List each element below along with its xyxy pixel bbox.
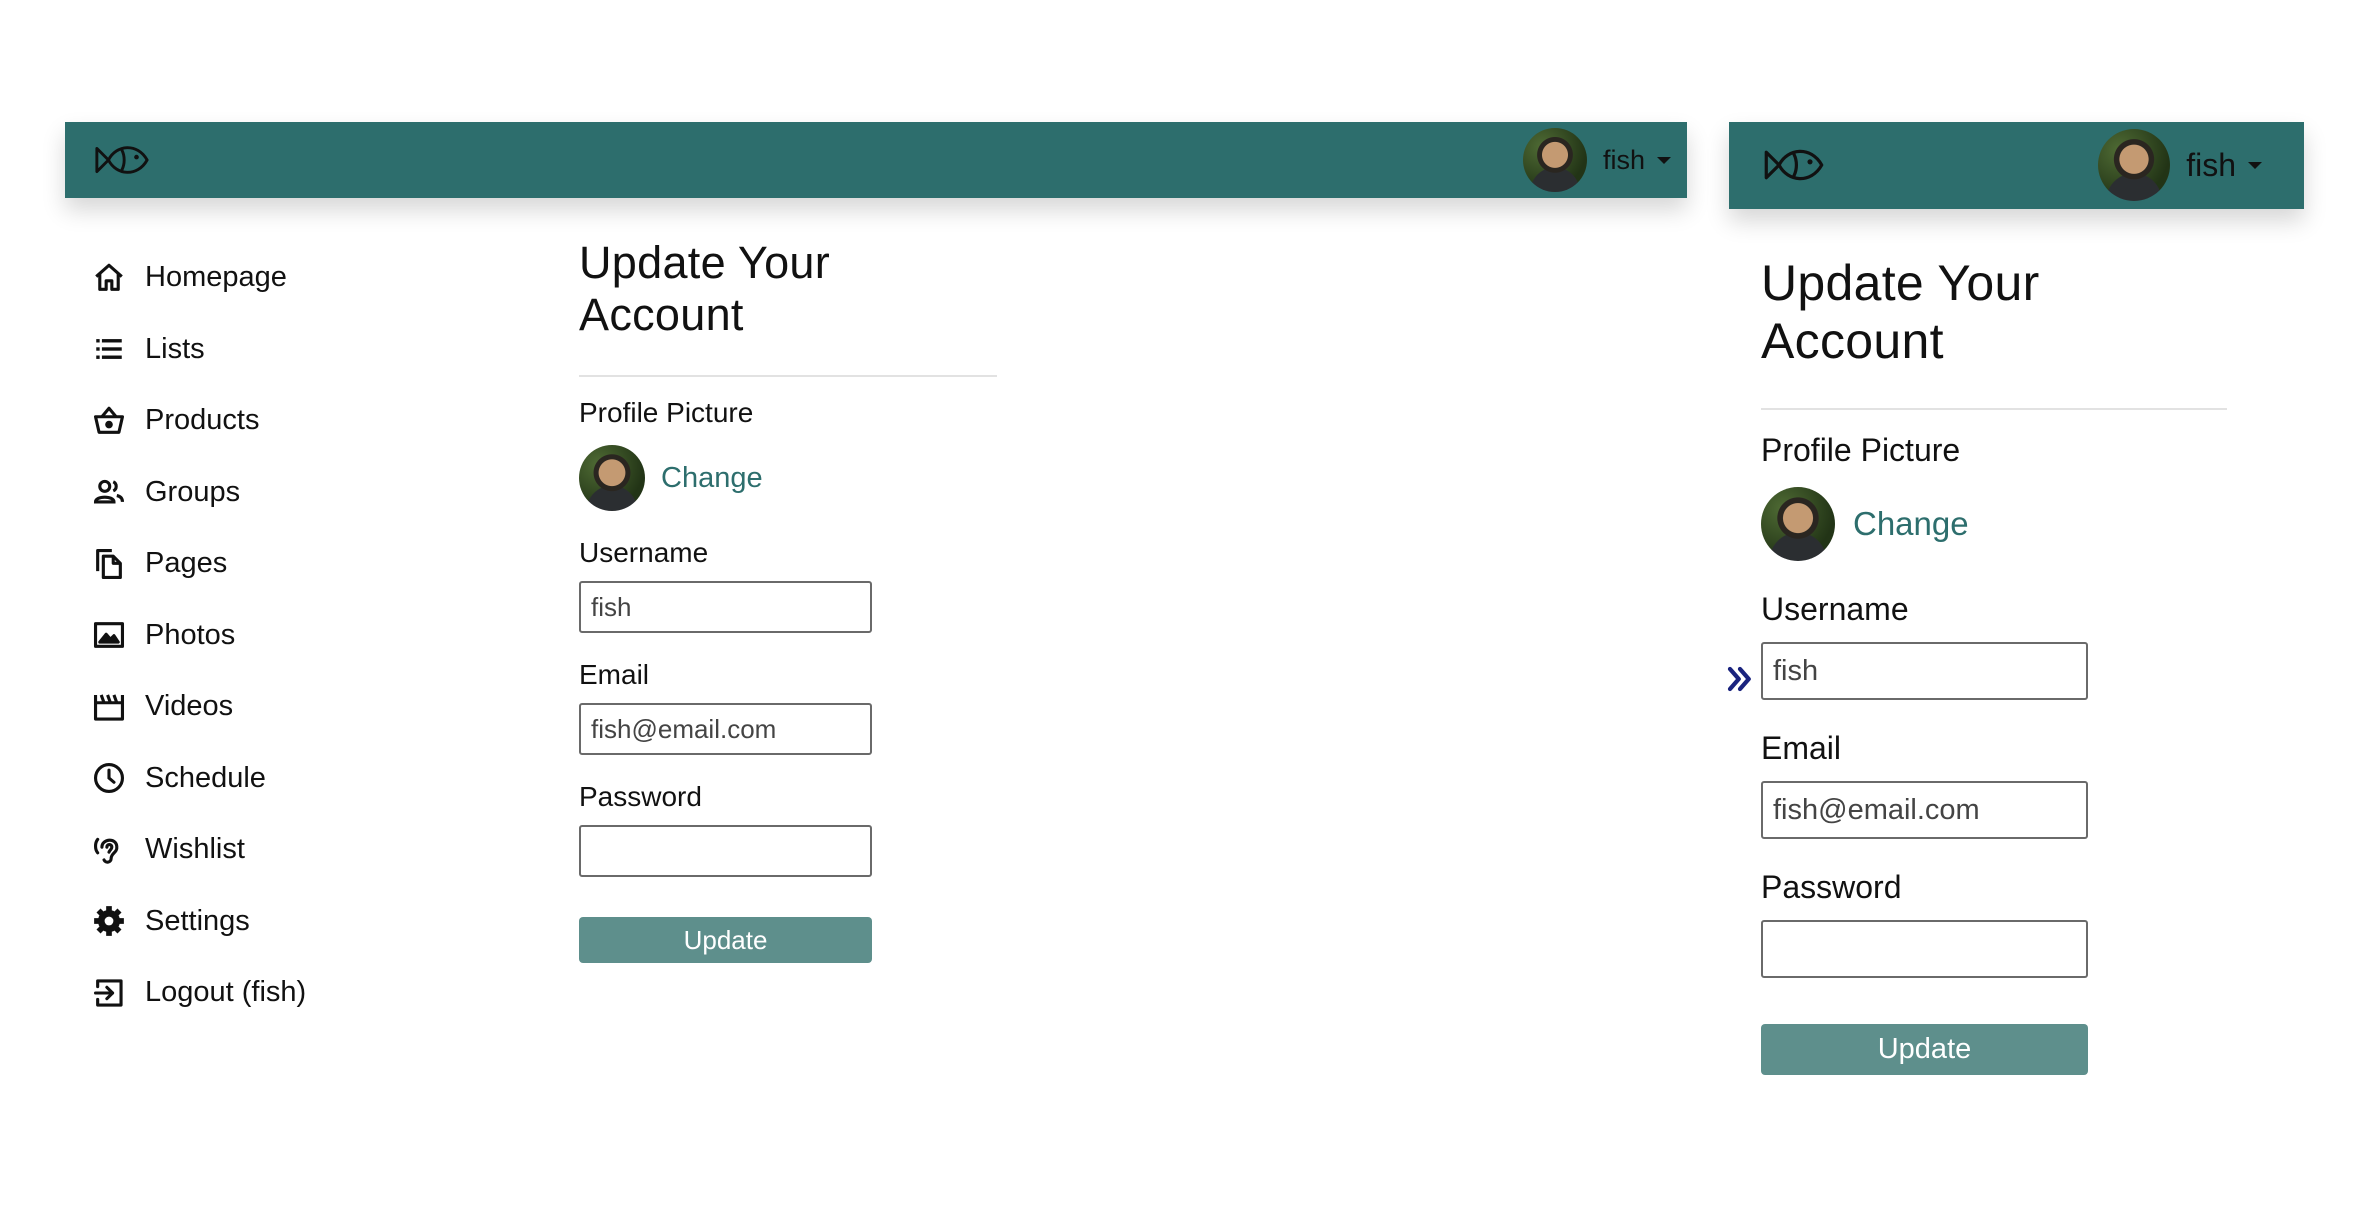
sidebar-item-settings[interactable]: Settings bbox=[92, 886, 512, 958]
sidebar-item-lists[interactable]: Lists bbox=[92, 314, 512, 386]
change-picture-link[interactable]: Change bbox=[661, 462, 763, 495]
photo-icon bbox=[92, 618, 126, 652]
sidebar-nav: Homepage Lists Products Groups Pages Pho… bbox=[92, 242, 512, 1029]
profile-picture-label: Profile Picture bbox=[1761, 432, 1961, 468]
fish-logo-icon[interactable] bbox=[1762, 139, 1826, 191]
sidebar-item-groups[interactable]: Groups bbox=[92, 457, 512, 529]
email-input[interactable] bbox=[579, 703, 872, 755]
sidebar-item-photos[interactable]: Photos bbox=[92, 600, 512, 672]
user-menu-name[interactable]: fish bbox=[2186, 147, 2236, 184]
clock-icon bbox=[92, 761, 126, 795]
sidebar-item-schedule[interactable]: Schedule bbox=[92, 743, 512, 815]
username-label: Username bbox=[1761, 591, 1909, 627]
sidebar-item-videos[interactable]: Videos bbox=[92, 671, 512, 743]
account-form: Update Your Account Profile Picture Chan… bbox=[1761, 254, 2229, 1075]
sidebar-item-label: Schedule bbox=[145, 761, 266, 794]
sidebar-item-label: Videos bbox=[145, 690, 234, 723]
email-input[interactable] bbox=[1761, 781, 2088, 839]
ear-icon bbox=[92, 833, 126, 867]
password-label: Password bbox=[1761, 869, 1902, 905]
logout-icon bbox=[92, 976, 126, 1010]
sidebar-item-products[interactable]: Products bbox=[92, 385, 512, 457]
sidebar-item-label: Groups bbox=[145, 475, 241, 508]
username-label: Username bbox=[579, 537, 709, 568]
password-label: Password bbox=[579, 781, 702, 812]
profile-picture bbox=[579, 445, 645, 511]
sidebar-item-homepage[interactable]: Homepage bbox=[92, 242, 512, 314]
home-icon bbox=[92, 261, 126, 295]
profile-picture bbox=[1761, 487, 1835, 561]
user-avatar[interactable] bbox=[1522, 128, 1587, 192]
user-menu[interactable]: fish bbox=[2098, 127, 2262, 203]
user-menu-name[interactable]: fish bbox=[1603, 145, 1645, 176]
profile-picture-label: Profile Picture bbox=[579, 397, 754, 428]
email-label: Email bbox=[579, 659, 650, 690]
sidebar-item-pages[interactable]: Pages bbox=[92, 528, 512, 600]
title-divider bbox=[1761, 408, 2227, 410]
sidebar-item-label: Homepage bbox=[145, 261, 287, 294]
update-button[interactable]: Update bbox=[579, 917, 872, 963]
pages-icon bbox=[92, 547, 126, 581]
list-icon bbox=[92, 332, 126, 366]
password-input[interactable] bbox=[1761, 920, 2088, 978]
gear-icon bbox=[92, 904, 126, 938]
sidebar-item-logout[interactable]: Logout (fish) bbox=[92, 957, 512, 1029]
user-menu[interactable]: fish bbox=[1522, 126, 1671, 194]
desktop-view: fish Homepage Lists Products Groups Page… bbox=[65, 122, 1687, 1062]
sidebar-item-label: Wishlist bbox=[145, 833, 245, 866]
update-button[interactable]: Update bbox=[1761, 1024, 2088, 1075]
sidebar-item-label: Photos bbox=[145, 618, 236, 651]
profile-picture-row: Change bbox=[1761, 487, 2229, 561]
caret-down-icon[interactable] bbox=[1657, 156, 1671, 164]
username-input[interactable] bbox=[1761, 642, 2088, 700]
top-navbar: fish bbox=[65, 122, 1687, 198]
email-label: Email bbox=[1761, 730, 1842, 766]
username-input[interactable] bbox=[579, 581, 872, 633]
groups-icon bbox=[92, 475, 126, 509]
caret-down-icon[interactable] bbox=[2248, 161, 2262, 169]
account-form: Update Your Account Profile Picture Chan… bbox=[579, 237, 999, 963]
mobile-view: fish Update Your Account Profile Picture… bbox=[1729, 122, 2304, 1075]
page-title: Update Your Account bbox=[579, 237, 831, 340]
user-avatar[interactable] bbox=[2098, 129, 2171, 201]
top-navbar: fish bbox=[1729, 122, 2304, 209]
video-icon bbox=[92, 690, 126, 724]
password-input[interactable] bbox=[579, 825, 872, 877]
profile-picture-row: Change bbox=[579, 445, 999, 511]
basket-icon bbox=[92, 404, 126, 438]
sidebar-item-label: Logout (fish) bbox=[145, 976, 307, 1009]
expand-sidebar-icon[interactable] bbox=[1725, 664, 1755, 694]
fish-logo-icon[interactable] bbox=[93, 136, 151, 184]
page-title: Update Your Account bbox=[1761, 255, 2040, 369]
sidebar-item-label: Lists bbox=[145, 332, 205, 365]
sidebar-item-label: Settings bbox=[145, 904, 250, 937]
sidebar-item-label: Products bbox=[145, 404, 260, 437]
title-divider bbox=[579, 375, 997, 377]
sidebar-item-label: Pages bbox=[145, 547, 228, 580]
sidebar-item-wishlist[interactable]: Wishlist bbox=[92, 814, 512, 886]
change-picture-link[interactable]: Change bbox=[1853, 505, 1969, 543]
